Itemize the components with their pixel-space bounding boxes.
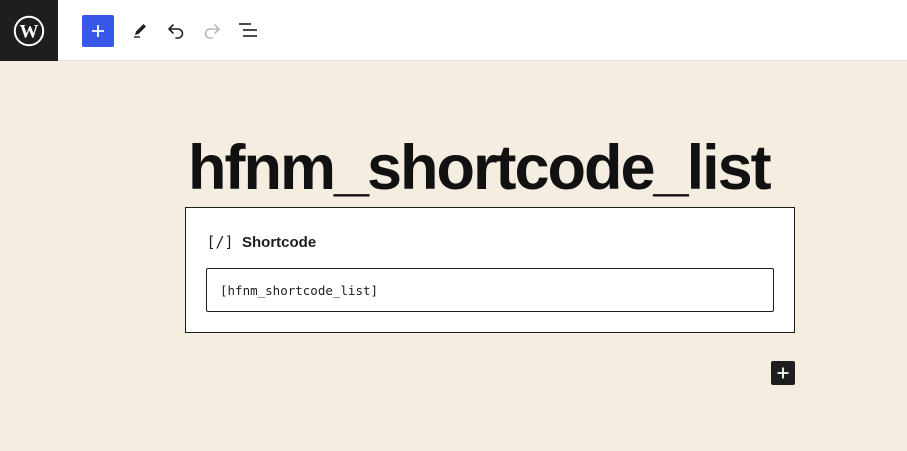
redo-button[interactable]	[196, 14, 228, 46]
wordpress-logo-icon: W	[13, 15, 45, 46]
shortcode-icon: [/]	[206, 233, 234, 251]
add-block-button[interactable]	[771, 361, 795, 385]
shortcode-block-header: [/] Shortcode	[206, 230, 317, 254]
plus-icon	[92, 25, 104, 37]
svg-text:W: W	[20, 21, 39, 42]
list-view-icon	[239, 23, 257, 37]
list-view-button[interactable]	[232, 14, 264, 46]
pencil-icon	[134, 24, 146, 38]
post-title[interactable]: hfnm_shortcode_list	[188, 128, 772, 208]
editor-toolbar: W	[0, 0, 907, 61]
plus-icon	[777, 367, 789, 379]
redo-icon	[204, 24, 220, 39]
wordpress-logo-button[interactable]: W	[0, 0, 58, 61]
undo-icon	[168, 24, 184, 39]
tools-button[interactable]	[124, 14, 156, 46]
shortcode-input[interactable]	[206, 268, 774, 312]
inserter-button[interactable]	[82, 15, 114, 47]
shortcode-label: Shortcode	[242, 233, 317, 251]
shortcode-block[interactable]: [/] Shortcode	[185, 207, 795, 333]
undo-button[interactable]	[160, 14, 192, 46]
